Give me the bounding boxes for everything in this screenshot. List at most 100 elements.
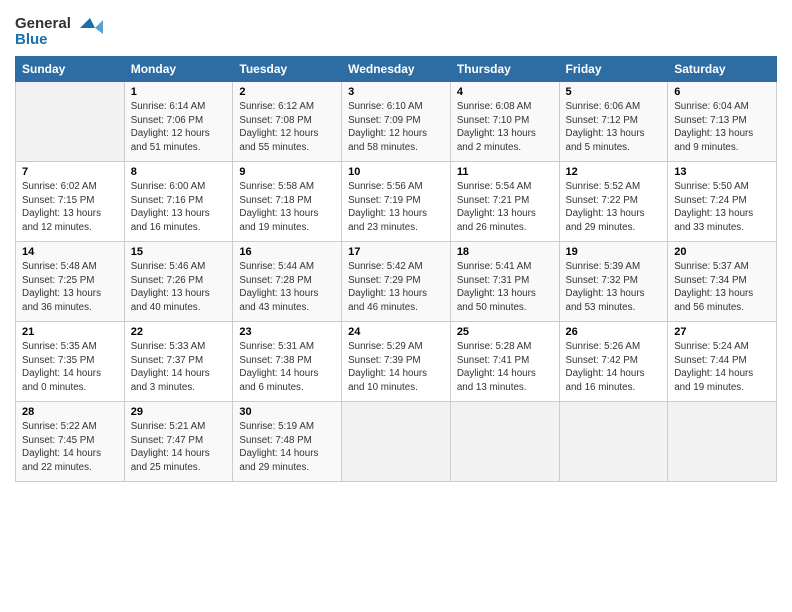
calendar-table: SundayMondayTuesdayWednesdayThursdayFrid… <box>15 56 777 482</box>
day-number: 22 <box>131 326 227 338</box>
day-info: Sunrise: 6:14 AM Sunset: 7:06 PM Dayligh… <box>131 100 227 155</box>
logo-svg: GeneralBlue <box>15 10 105 50</box>
day-info: Sunrise: 6:12 AM Sunset: 7:08 PM Dayligh… <box>239 100 335 155</box>
day-number: 14 <box>22 246 118 258</box>
calendar-week-row: 21Sunrise: 5:35 AM Sunset: 7:35 PM Dayli… <box>16 322 777 402</box>
svg-text:Blue: Blue <box>15 31 48 48</box>
calendar-day-cell: 17 Sunrise: 5:42 AM Sunset: 7:29 PM Dayli… <box>342 242 451 322</box>
calendar-day-cell: 7 Sunrise: 6:02 AM Sunset: 7:15 PM Daylig… <box>16 162 125 242</box>
calendar-day-cell: 28 Sunrise: 5:22 AM Sunset: 7:45 PM Dayli… <box>16 402 125 482</box>
calendar-day-cell: 13 Sunrise: 5:50 AM Sunset: 7:24 PM Dayli… <box>668 162 777 242</box>
day-info: Sunrise: 5:54 AM Sunset: 7:21 PM Dayligh… <box>457 180 553 235</box>
calendar-day-cell: 2 Sunrise: 6:12 AM Sunset: 7:08 PM Daylig… <box>233 82 342 162</box>
day-info: Sunrise: 5:22 AM Sunset: 7:45 PM Dayligh… <box>22 420 118 475</box>
calendar-day-cell: 23 Sunrise: 5:31 AM Sunset: 7:38 PM Dayli… <box>233 322 342 402</box>
day-number: 27 <box>674 326 770 338</box>
day-number: 15 <box>131 246 227 258</box>
calendar-day-cell <box>559 402 668 482</box>
calendar-day-cell: 10 Sunrise: 5:56 AM Sunset: 7:19 PM Dayli… <box>342 162 451 242</box>
calendar-day-cell: 11 Sunrise: 5:54 AM Sunset: 7:21 PM Dayli… <box>450 162 559 242</box>
day-info: Sunrise: 5:52 AM Sunset: 7:22 PM Dayligh… <box>566 180 662 235</box>
calendar-day-cell <box>342 402 451 482</box>
day-number: 2 <box>239 86 335 98</box>
calendar-day-cell: 29 Sunrise: 5:21 AM Sunset: 7:47 PM Dayli… <box>124 402 233 482</box>
day-number: 17 <box>348 246 444 258</box>
weekday-header-cell: Monday <box>124 57 233 82</box>
calendar-day-cell <box>16 82 125 162</box>
day-number: 23 <box>239 326 335 338</box>
day-number: 16 <box>239 246 335 258</box>
day-number: 4 <box>457 86 553 98</box>
day-info: Sunrise: 5:46 AM Sunset: 7:26 PM Dayligh… <box>131 260 227 315</box>
day-info: Sunrise: 6:02 AM Sunset: 7:15 PM Dayligh… <box>22 180 118 235</box>
day-number: 19 <box>566 246 662 258</box>
day-info: Sunrise: 5:33 AM Sunset: 7:37 PM Dayligh… <box>131 340 227 395</box>
day-info: Sunrise: 5:28 AM Sunset: 7:41 PM Dayligh… <box>457 340 553 395</box>
calendar-day-cell: 19 Sunrise: 5:39 AM Sunset: 7:32 PM Dayli… <box>559 242 668 322</box>
calendar-day-cell: 18Sunrise: 5:41 AM Sunset: 7:31 PM Dayli… <box>450 242 559 322</box>
svg-text:General: General <box>15 15 71 32</box>
calendar-week-row: 7 Sunrise: 6:02 AM Sunset: 7:15 PM Daylig… <box>16 162 777 242</box>
day-number: 26 <box>566 326 662 338</box>
calendar-day-cell: 16 Sunrise: 5:44 AM Sunset: 7:28 PM Dayli… <box>233 242 342 322</box>
day-number: 13 <box>674 166 770 178</box>
day-info: Sunrise: 5:39 AM Sunset: 7:32 PM Dayligh… <box>566 260 662 315</box>
calendar-week-row: 14 Sunrise: 5:48 AM Sunset: 7:25 PM Dayli… <box>16 242 777 322</box>
calendar-day-cell: 8Sunrise: 6:00 AM Sunset: 7:16 PM Daylig… <box>124 162 233 242</box>
day-number: 21 <box>22 326 118 338</box>
day-number: 11 <box>457 166 553 178</box>
day-number: 29 <box>131 406 227 418</box>
calendar-day-cell <box>668 402 777 482</box>
calendar-week-row: 1Sunrise: 6:14 AM Sunset: 7:06 PM Daylig… <box>16 82 777 162</box>
day-number: 24 <box>348 326 444 338</box>
day-info: Sunrise: 5:31 AM Sunset: 7:38 PM Dayligh… <box>239 340 335 395</box>
weekday-header-cell: Tuesday <box>233 57 342 82</box>
day-info: Sunrise: 5:37 AM Sunset: 7:34 PM Dayligh… <box>674 260 770 315</box>
weekday-header-cell: Sunday <box>16 57 125 82</box>
weekday-header-cell: Wednesday <box>342 57 451 82</box>
calendar-day-cell: 12 Sunrise: 5:52 AM Sunset: 7:22 PM Dayli… <box>559 162 668 242</box>
calendar-day-cell: 21Sunrise: 5:35 AM Sunset: 7:35 PM Dayli… <box>16 322 125 402</box>
day-number: 28 <box>22 406 118 418</box>
day-info: Sunrise: 6:10 AM Sunset: 7:09 PM Dayligh… <box>348 100 444 155</box>
day-info: Sunrise: 5:26 AM Sunset: 7:42 PM Dayligh… <box>566 340 662 395</box>
day-info: Sunrise: 5:48 AM Sunset: 7:25 PM Dayligh… <box>22 260 118 315</box>
calendar-day-cell: 4Sunrise: 6:08 AM Sunset: 7:10 PM Daylig… <box>450 82 559 162</box>
day-info: Sunrise: 5:58 AM Sunset: 7:18 PM Dayligh… <box>239 180 335 235</box>
day-info: Sunrise: 5:29 AM Sunset: 7:39 PM Dayligh… <box>348 340 444 395</box>
day-number: 3 <box>348 86 444 98</box>
day-number: 20 <box>674 246 770 258</box>
day-number: 7 <box>22 166 118 178</box>
calendar-day-cell: 14 Sunrise: 5:48 AM Sunset: 7:25 PM Dayli… <box>16 242 125 322</box>
day-number: 8 <box>131 166 227 178</box>
calendar-day-cell: 22 Sunrise: 5:33 AM Sunset: 7:37 PM Dayli… <box>124 322 233 402</box>
calendar-body: 1Sunrise: 6:14 AM Sunset: 7:06 PM Daylig… <box>16 82 777 482</box>
calendar-week-row: 28 Sunrise: 5:22 AM Sunset: 7:45 PM Dayli… <box>16 402 777 482</box>
day-number: 5 <box>566 86 662 98</box>
day-info: Sunrise: 6:06 AM Sunset: 7:12 PM Dayligh… <box>566 100 662 155</box>
day-number: 25 <box>457 326 553 338</box>
calendar-day-cell: 1Sunrise: 6:14 AM Sunset: 7:06 PM Daylig… <box>124 82 233 162</box>
day-number: 9 <box>239 166 335 178</box>
calendar-day-cell: 20 Sunrise: 5:37 AM Sunset: 7:34 PM Dayli… <box>668 242 777 322</box>
weekday-header-row: SundayMondayTuesdayWednesdayThursdayFrid… <box>16 57 777 82</box>
day-info: Sunrise: 5:44 AM Sunset: 7:28 PM Dayligh… <box>239 260 335 315</box>
calendar-day-cell: 25 Sunrise: 5:28 AM Sunset: 7:41 PM Dayli… <box>450 322 559 402</box>
day-info: Sunrise: 5:19 AM Sunset: 7:48 PM Dayligh… <box>239 420 335 475</box>
calendar-day-cell: 27 Sunrise: 5:24 AM Sunset: 7:44 PM Dayli… <box>668 322 777 402</box>
calendar-day-cell <box>450 402 559 482</box>
day-info: Sunrise: 5:56 AM Sunset: 7:19 PM Dayligh… <box>348 180 444 235</box>
weekday-header-cell: Friday <box>559 57 668 82</box>
day-number: 30 <box>239 406 335 418</box>
calendar-day-cell: 6Sunrise: 6:04 AM Sunset: 7:13 PM Daylig… <box>668 82 777 162</box>
logo: GeneralBlue <box>15 10 105 50</box>
day-info: Sunrise: 6:04 AM Sunset: 7:13 PM Dayligh… <box>674 100 770 155</box>
day-info: Sunrise: 5:50 AM Sunset: 7:24 PM Dayligh… <box>674 180 770 235</box>
day-number: 10 <box>348 166 444 178</box>
day-info: Sunrise: 5:21 AM Sunset: 7:47 PM Dayligh… <box>131 420 227 475</box>
day-number: 12 <box>566 166 662 178</box>
day-info: Sunrise: 5:42 AM Sunset: 7:29 PM Dayligh… <box>348 260 444 315</box>
weekday-header-cell: Saturday <box>668 57 777 82</box>
calendar-day-cell: 24 Sunrise: 5:29 AM Sunset: 7:39 PM Dayli… <box>342 322 451 402</box>
day-info: Sunrise: 5:24 AM Sunset: 7:44 PM Dayligh… <box>674 340 770 395</box>
